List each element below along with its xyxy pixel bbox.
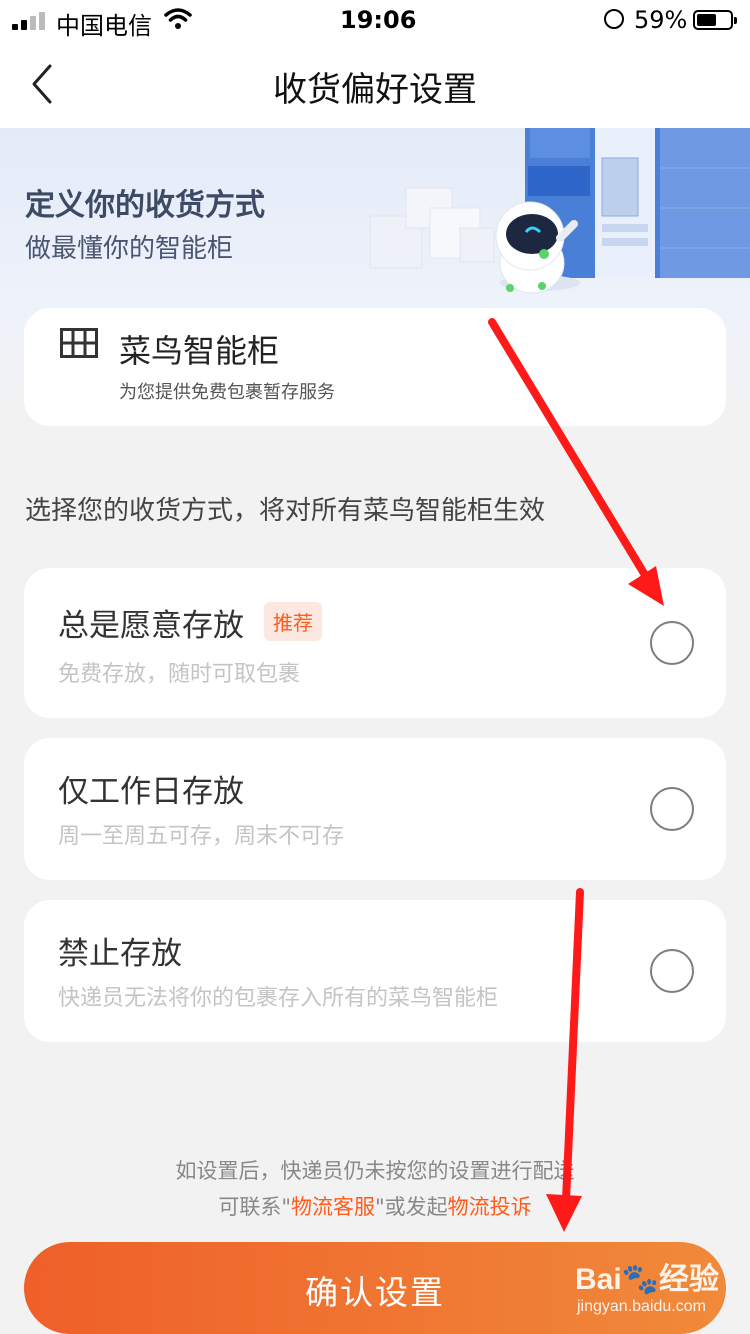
nav-bar: 收货偏好设置 (0, 40, 750, 128)
signal-icon (12, 12, 48, 30)
carrier-label: 中国电信 (56, 12, 152, 40)
status-bar: 中国电信 19:06 59% (0, 0, 750, 40)
battery-percent: 59% (634, 6, 688, 34)
option-never-store[interactable]: 禁止存放 快递员无法将你的包裹存入所有的菜鸟智能柜 (24, 900, 726, 1042)
grid-cabinet-icon (60, 328, 98, 358)
option-radio[interactable] (650, 949, 694, 993)
option-always-store[interactable]: 总是愿意存放 推荐 免费存放，随时可取包裹 (24, 568, 726, 718)
option-description: 周一至周五可存，周末不可存 (58, 824, 345, 849)
smart-locker-illustration (369, 128, 750, 294)
smart-cabinet-card: 菜鸟智能柜 为您提供免费包裹暂存服务 (24, 308, 726, 426)
option-title: 仅工作日存放 (58, 774, 244, 810)
option-radio[interactable] (650, 621, 694, 665)
option-weekdays-only[interactable]: 仅工作日存放 周一至周五可存，周末不可存 (24, 738, 726, 880)
cabinet-subtitle: 为您提供免费包裹暂存服务 (119, 382, 335, 403)
baidu-jingyan-watermark: Bai🐾经验 jingyan.baidu.com (575, 1250, 740, 1330)
section-label: 选择您的收货方式，将对所有菜鸟智能柜生效 (25, 496, 546, 526)
battery-icon (693, 10, 737, 30)
rotation-lock-icon (604, 9, 624, 29)
logistics-service-link[interactable]: 物流客服 (291, 1195, 375, 1219)
option-title: 总是愿意存放 (58, 608, 244, 644)
option-radio[interactable] (650, 787, 694, 831)
option-title: 禁止存放 (58, 936, 182, 972)
page-title: 收货偏好设置 (273, 70, 477, 110)
battery-fill (697, 14, 716, 26)
hero-title: 定义你的收货方式 (25, 188, 265, 223)
option-description: 快递员无法将你的包裹存入所有的菜鸟智能柜 (58, 986, 499, 1011)
hero-subtitle: 做最懂你的智能柜 (25, 234, 234, 264)
watermark-url: jingyan.baidu.com (577, 1298, 706, 1315)
logistics-complaint-link[interactable]: 物流投诉 (448, 1195, 532, 1219)
footer-text: 可联系" (218, 1195, 291, 1219)
clock: 19:06 (340, 6, 417, 34)
footer-note-line1: 如设置后，快递员仍未按您的设置进行配送 (175, 1159, 575, 1183)
recommended-badge: 推荐 (264, 602, 322, 641)
footer-text: "或发起 (375, 1195, 448, 1219)
watermark-logo: Bai🐾经验 (575, 1263, 720, 1296)
option-description: 免费存放，随时可取包裹 (58, 662, 301, 687)
footer-note-line2: 可联系"物流客服"或发起物流投诉 (0, 1191, 750, 1221)
cabinet-title: 菜鸟智能柜 (119, 332, 280, 370)
wifi-icon (164, 8, 192, 29)
